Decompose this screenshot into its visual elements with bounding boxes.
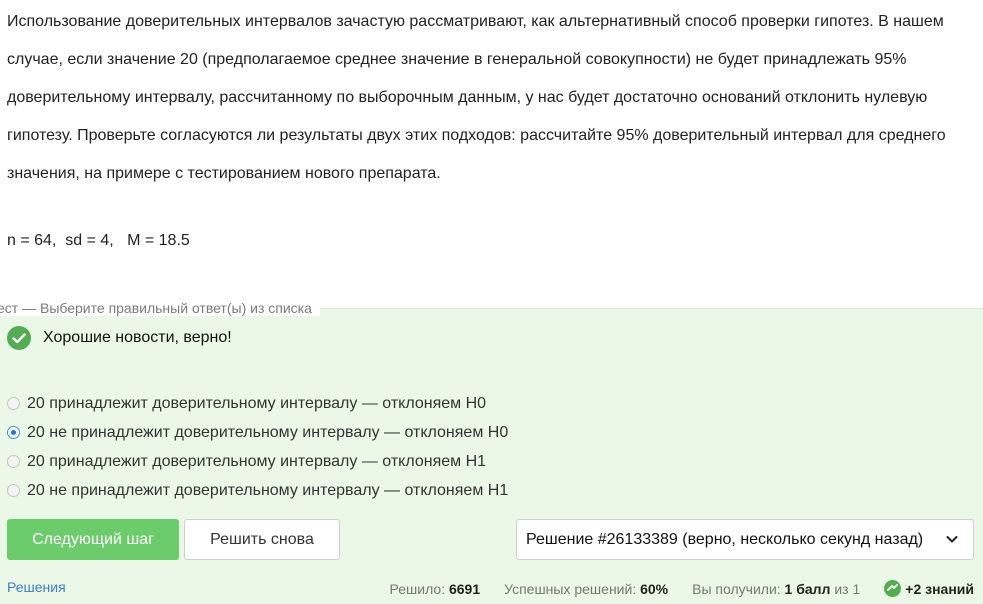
answer-option[interactable]: 20 принадлежит доверительному интервалу … [7, 447, 508, 476]
answer-option-label: 20 не принадлежит доверительному интерва… [27, 481, 509, 499]
chevron-down-icon [945, 532, 959, 551]
answer-option[interactable]: 20 не принадлежит доверительному интерва… [7, 418, 508, 447]
solved-label: Решило: [389, 580, 446, 597]
got-label: Вы получили: [692, 580, 781, 597]
answer-option[interactable]: 20 не принадлежит доверительному интерва… [7, 476, 508, 505]
solved-count: Решило: 6691 [390, 581, 481, 597]
radio-button-selected[interactable] [7, 426, 20, 439]
solved-value: 6691 [448, 580, 481, 597]
step-stats: Решило: 6691 Успешных решений: 60% Вы по… [366, 580, 974, 597]
radio-button[interactable] [7, 455, 20, 468]
answer-option-label: 20 принадлежит доверительному интервалу … [27, 452, 487, 470]
answer-option-label: 20 принадлежит доверительному интервалу … [27, 394, 487, 412]
got-value: 1 балл [784, 580, 831, 597]
solutions-link[interactable]: Решения [7, 579, 66, 595]
knowledge-icon [884, 580, 902, 597]
given-values: n = 64, sd = 4, M = 18.5 [7, 232, 190, 249]
solution-select-value: Решение #26133389 (верно, несколько секу… [526, 530, 924, 548]
quiz-legend: ест — Выберите правильный ответ(ы) из сп… [0, 300, 320, 316]
knowledge-gained: +2 знаний [884, 580, 974, 597]
feedback-text: Хорошие новости, верно! [43, 329, 232, 346]
check-icon [7, 326, 31, 350]
knowledge-value: +2 знаний [905, 580, 974, 597]
success-rate: Успешных решений: 60% [504, 581, 668, 597]
retry-button[interactable]: Решить снова [184, 519, 340, 560]
answer-options: 20 принадлежит доверительному интервалу … [7, 389, 508, 505]
points-earned: Вы получили: 1 балл из 1 [692, 581, 860, 597]
feedback: Хорошие новости, верно! [7, 326, 232, 350]
success-label: Успешных решений: [504, 580, 637, 597]
solution-select[interactable]: Решение #26133389 (верно, несколько секу… [516, 519, 974, 560]
success-value: 60% [640, 580, 669, 597]
answer-option-label: 20 не принадлежит доверительному интерва… [27, 423, 509, 441]
problem-text: Использование доверительных интервалов з… [7, 13, 946, 182]
next-step-button[interactable]: Следующий шаг [7, 519, 179, 560]
answer-option[interactable]: 20 принадлежит доверительному интервалу … [7, 389, 508, 418]
radio-button[interactable] [7, 484, 20, 497]
got-suffix: из 1 [834, 580, 861, 597]
quiz-panel: ест — Выберите правильный ответ(ы) из сп… [0, 300, 983, 604]
radio-button[interactable] [7, 397, 20, 410]
